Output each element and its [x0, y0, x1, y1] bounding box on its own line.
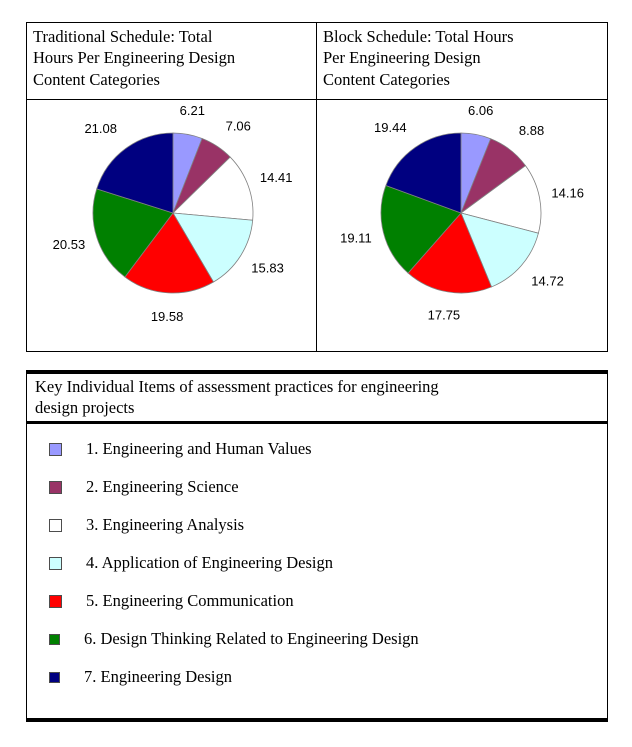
pie-slice-label-3: 14.16	[551, 186, 584, 201]
pie-slice-label-4: 14.72	[531, 273, 564, 288]
chart-panel-traditional: Traditional Schedule: Total Hours Per En…	[26, 22, 317, 352]
legend-box: Key Individual Items of assessment pract…	[26, 370, 608, 722]
chart-title-block: Block Schedule: Total Hours Per Engineer…	[317, 23, 607, 100]
legend-list: 1. Engineering and Human Values 2. Engine…	[27, 424, 607, 696]
title-line: Hours Per Engineering Design	[33, 48, 236, 68]
pie-slice-label-1: 6.06	[468, 103, 493, 118]
pie-slice-label-6: 20.53	[53, 237, 86, 252]
legend-swatch-6	[49, 633, 60, 645]
pie-slice-label-7: 19.44	[374, 120, 407, 135]
legend-swatch-7	[49, 671, 60, 683]
legend-item-3: 3. Engineering Analysis	[27, 506, 607, 544]
pie-chart-block: 6.06 8.88 14.16 14.72 17.75 19.11 19.44	[317, 100, 607, 351]
title-line: Block Schedule: Total Hours	[323, 27, 514, 46]
legend-item-label: 3. Engineering Analysis	[86, 515, 245, 535]
title-line: Content Categories	[323, 69, 450, 89]
figure-container: Traditional Schedule: Total Hours Per En…	[26, 22, 608, 722]
legend-item-7: 7. Engineering Design	[27, 658, 607, 696]
pie-slice-label-7: 21.08	[84, 121, 117, 136]
legend-item-5: 5. Engineering Communication	[27, 582, 607, 620]
pie-slice-label-2: 8.88	[519, 123, 544, 138]
legend-item-2: 2. Engineering Science	[27, 468, 607, 506]
title-line: Content Categories	[33, 69, 160, 89]
legend-swatch-5	[49, 594, 62, 608]
legend-item-label: 7. Engineering Design	[84, 667, 233, 687]
legend-item-label: 6. Design Thinking Related to Engineerin…	[84, 629, 419, 649]
legend-item-label: 4. Application of Engineering Design	[86, 553, 333, 573]
pie-slice-label-5: 17.75	[428, 308, 461, 323]
legend-item-label: 1. Engineering and Human Values	[86, 439, 312, 459]
legend-title-line: Key Individual Items of assessment pract…	[35, 377, 439, 396]
legend-swatch-4	[49, 556, 62, 570]
pie-slice-label-5: 19.58	[151, 309, 184, 324]
pie-svg-block: 6.06 8.88 14.16 14.72 17.75 19.11 19.44	[340, 103, 584, 323]
pie-slice-label-2: 7.06	[226, 118, 251, 133]
charts-row: Traditional Schedule: Total Hours Per En…	[26, 22, 608, 352]
legend-swatch-3	[49, 518, 62, 532]
pie-slice-label-1: 6.21	[180, 103, 205, 118]
pie-chart-traditional: 6.21 7.06 14.41 15.83 19.58 20.53 21.08	[27, 100, 316, 351]
chart-title-traditional: Traditional Schedule: Total Hours Per En…	[27, 23, 316, 100]
legend-item-label: 5. Engineering Communication	[86, 591, 294, 611]
legend-title-line: design projects	[35, 398, 135, 418]
legend-item-6: 6. Design Thinking Related to Engineerin…	[27, 620, 607, 658]
legend-item-1: 1. Engineering and Human Values	[27, 430, 607, 468]
legend-item-4: 4. Application of Engineering Design	[27, 544, 607, 582]
pie-svg-traditional: 6.21 7.06 14.41 15.83 19.58 20.53 21.08	[53, 103, 293, 324]
legend-swatch-1	[49, 442, 62, 456]
legend-item-label: 2. Engineering Science	[86, 477, 239, 497]
title-line: Per Engineering Design	[323, 48, 481, 68]
legend-title: Key Individual Items of assessment pract…	[27, 374, 607, 425]
pie-slice-label-4: 15.83	[251, 261, 284, 276]
pie-slice-label-6: 19.11	[340, 231, 372, 246]
title-line: Traditional Schedule: Total	[33, 27, 213, 46]
pie-slice-label-3: 14.41	[260, 170, 293, 185]
chart-panel-block: Block Schedule: Total Hours Per Engineer…	[317, 22, 608, 352]
legend-swatch-2	[49, 480, 62, 494]
